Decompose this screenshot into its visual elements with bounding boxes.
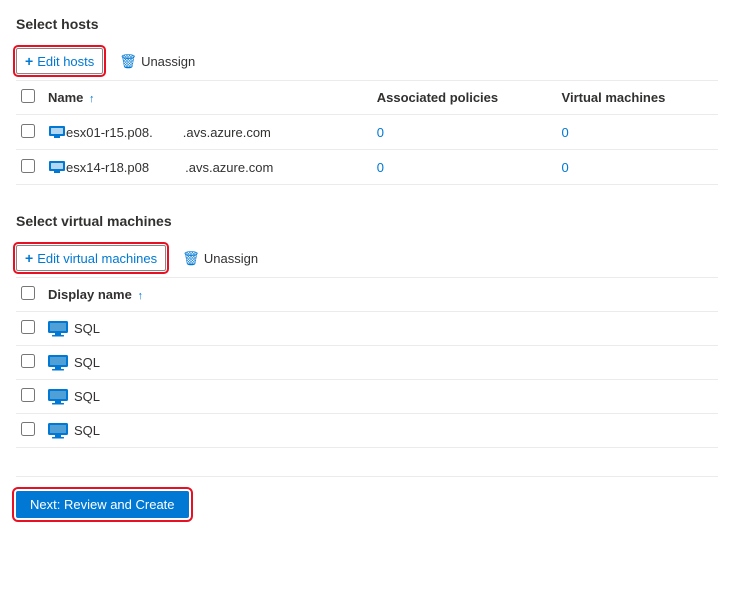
host-vms-cell: 0 [558,150,718,185]
table-row: SQL [16,414,718,448]
edit-vms-label: Edit virtual machines [37,251,157,266]
host-vms-value: 0 [562,160,569,175]
vm-name-cell: SQL [44,346,718,380]
table-row: esx14-r18.p08 .avs.azure.com 0 0 [16,150,718,185]
host-policies-cell: 0 [373,115,558,150]
row-checkbox-cell [16,380,44,414]
row-checkbox[interactable] [21,320,35,334]
vm-display-name: SQL [74,321,100,336]
table-row: SQL [16,346,718,380]
table-row: esx01-r15.p08. .avs.azure.com 0 0 [16,115,718,150]
vm-display-name: SQL [74,389,100,404]
trash-icon: 🗑 [119,53,137,70]
name-sort-icon: ↑ [89,93,95,105]
vm-display-name: SQL [74,423,100,438]
hosts-policies-header: Associated policies [373,81,558,115]
next-button-label: Next: Review and Create [30,497,175,512]
vms-table: Display name ↑ SQL [16,278,718,448]
edit-vms-button[interactable]: + Edit virtual machines [16,245,166,271]
hosts-name-header: Name ↑ [44,81,373,115]
hosts-toolbar: + Edit hosts 🗑 Unassign [16,42,718,81]
plus-icon: + [25,250,33,266]
host-name-prefix: esx01-r15.p08. [66,125,153,140]
row-checkbox[interactable] [21,354,35,368]
hosts-unassign-label: Unassign [141,54,195,69]
hosts-select-all-checkbox[interactable] [21,89,35,103]
table-row: SQL [16,312,718,346]
vms-section-title: Select virtual machines [16,213,718,229]
row-checkbox[interactable] [21,422,35,436]
host-vms-value: 0 [562,125,569,140]
vm-name-cell: SQL [44,380,718,414]
row-checkbox-cell [16,312,44,346]
hosts-unassign-button[interactable]: 🗑 Unassign [111,49,203,74]
vm-icon [48,389,68,405]
table-row: SQL [16,380,718,414]
vm-icon [48,355,68,371]
vms-section: Select virtual machines + Edit virtual m… [16,213,718,448]
row-checkbox[interactable] [21,388,35,402]
vm-name-cell: SQL [44,414,718,448]
host-vms-cell: 0 [558,115,718,150]
host-icon [48,158,66,176]
hosts-table: Name ↑ Associated policies Virtual machi… [16,81,718,185]
host-policies-value: 0 [377,125,384,140]
hosts-select-all-cell [16,81,44,115]
host-name-cell: esx01-r15.p08. .avs.azure.com [44,115,373,150]
host-name-prefix: esx14-r18.p08 [66,160,149,175]
row-checkbox-cell [16,115,44,150]
host-name-cell: esx14-r18.p08 .avs.azure.com [44,150,373,185]
host-policies-cell: 0 [373,150,558,185]
hosts-vms-header: Virtual machines [558,81,718,115]
host-name-suffix: .avs.azure.com [183,125,271,140]
vms-displayname-header: Display name ↑ [44,278,718,312]
vms-unassign-label: Unassign [204,251,258,266]
vms-unassign-button[interactable]: 🗑 Unassign [174,246,266,271]
vm-display-name: SQL [74,355,100,370]
row-checkbox-cell [16,150,44,185]
row-checkbox-cell [16,346,44,380]
vms-select-all-cell [16,278,44,312]
vm-icon [48,321,68,337]
next-review-create-button[interactable]: Next: Review and Create [16,491,189,518]
edit-hosts-label: Edit hosts [37,54,94,69]
plus-icon: + [25,53,33,69]
vm-icon [48,423,68,439]
vm-name-cell: SQL [44,312,718,346]
displayname-sort-icon: ↑ [137,290,143,302]
host-icon [48,123,66,141]
hosts-section-title: Select hosts [16,16,718,32]
row-checkbox[interactable] [21,159,35,173]
vms-toolbar: + Edit virtual machines 🗑 Unassign [16,239,718,278]
host-policies-value: 0 [377,160,384,175]
footer-bar: Next: Review and Create [16,476,718,518]
host-name-suffix: .avs.azure.com [185,160,273,175]
row-checkbox-cell [16,414,44,448]
edit-hosts-button[interactable]: + Edit hosts [16,48,103,74]
vms-select-all-checkbox[interactable] [21,286,35,300]
hosts-section: Select hosts + Edit hosts 🗑 Unassign Nam… [16,16,718,185]
row-checkbox[interactable] [21,124,35,138]
trash-icon: 🗑 [182,250,200,267]
